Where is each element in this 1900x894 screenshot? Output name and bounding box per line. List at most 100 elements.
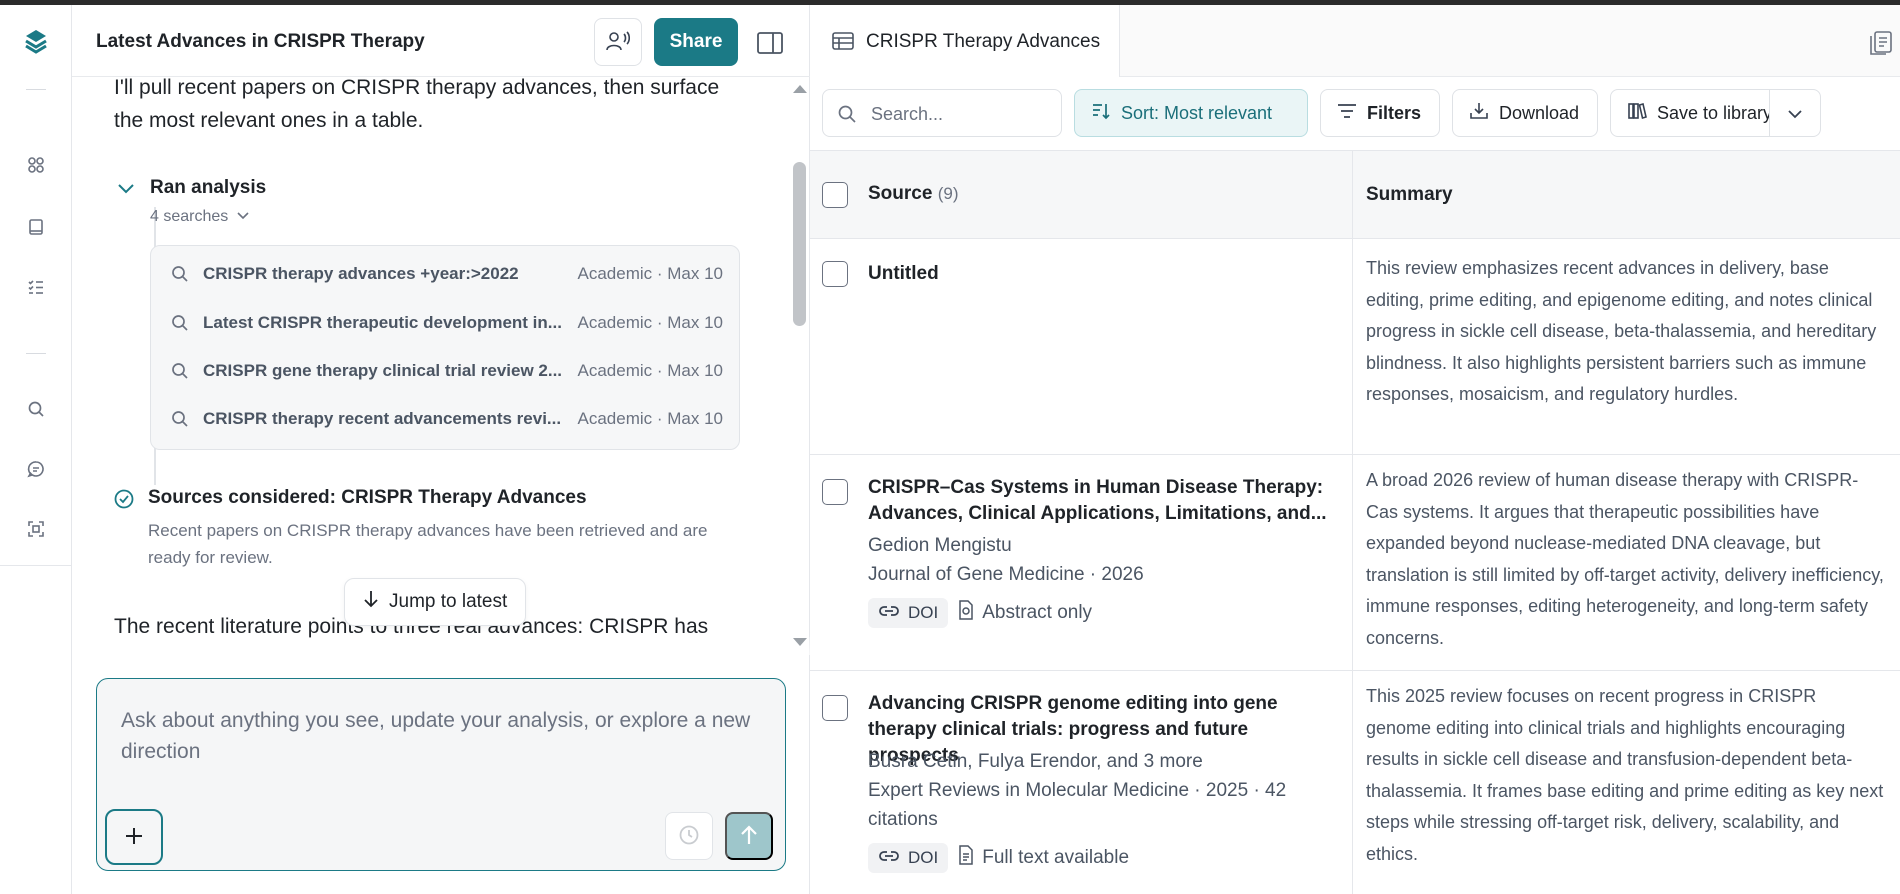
row-title[interactable]: Untitled [868,261,1344,287]
results-pane: CRISPR Therapy Advances Sort: Most relev… [810,5,1900,894]
save-to-library-button[interactable]: Save to library [1610,89,1773,137]
query-item[interactable]: CRISPR therapy recent advancements revi.… [151,395,741,443]
query-meta: Academic · Max 10 [577,409,724,428]
row-checkbox[interactable] [822,695,848,721]
search-icon [171,314,189,332]
query-meta: Academic · Max 10 [577,361,724,380]
chevron-down-icon [116,179,136,199]
sort-button[interactable]: Sort: Most relevant [1074,89,1308,137]
clock-icon [678,824,700,849]
query-meta: Academic · Max 10 [577,264,724,283]
grid-icon[interactable] [24,153,48,177]
share-button[interactable]: Share [654,18,738,66]
access-status: Abstract only [958,600,1092,626]
query-text: Latest CRISPR therapeutic development in… [203,313,562,332]
history-button[interactable] [665,812,713,860]
download-button[interactable]: Download [1452,89,1598,137]
doi-link[interactable]: DOI [868,843,949,873]
table-icon [832,31,854,51]
results-table: Source (9) Summary Untitled This review … [810,151,1900,894]
table-row[interactable]: Untitled This review emphasizes recent a… [810,239,1900,455]
scroll-down-arrow[interactable] [793,638,807,646]
row-summary: A broad 2026 review of human disease the… [1366,470,1884,648]
app-logo-icon[interactable] [22,27,50,55]
query-text: CRISPR therapy recent advancements revi.… [203,409,562,428]
row-tags: DOI Abstract only [868,598,1092,628]
column-divider [1352,151,1353,894]
panel-icon[interactable] [756,29,784,57]
search-queries-list: CRISPR therapy advances +year:>2022 Acad… [150,245,740,450]
results-search[interactable] [822,89,1062,137]
access-status: Full text available [958,845,1129,871]
sources-description: Recent papers on CRISPR therapy advances… [148,521,708,567]
scan-icon[interactable] [24,517,48,541]
scroll-up-arrow[interactable] [793,85,807,93]
row-checkbox[interactable] [822,479,848,505]
chat-icon[interactable] [24,457,48,481]
assistant-message: I'll pull recent papers on CRISPR therap… [114,77,720,132]
link-icon [878,848,900,868]
save-label: Save to library [1657,102,1773,123]
row-authors: Gedion Mengistu [868,535,1012,556]
filters-button[interactable]: Filters [1320,89,1440,137]
source-count: (9) [937,184,959,203]
searches-toggle[interactable]: 4 searches [150,208,250,226]
table-row[interactable]: CRISPR–Cas Systems in Human Disease Ther… [810,455,1900,671]
chevron-down-icon [1787,103,1803,124]
sources-title: Sources considered: CRISPR Therapy Advan… [148,487,587,508]
document-icon[interactable] [1868,29,1894,57]
row-venue: Journal of Gene Medicine · 2026 [868,564,1144,585]
message-composer[interactable]: Ask about anything you see, update your … [96,678,786,871]
filters-label: Filters [1367,102,1422,123]
doi-label: DOI [908,603,939,622]
search-icon[interactable] [24,397,48,421]
rail-divider [26,353,46,354]
sort-label: Sort: Most relevant [1121,102,1273,123]
library-icon [1627,101,1647,126]
download-label: Download [1499,102,1580,123]
ran-analysis-label: Ran analysis [150,177,267,198]
search-icon [171,410,189,428]
chat-messages[interactable]: I'll pull recent papers on CRISPR therap… [72,77,810,655]
search-icon [171,265,189,283]
left-rail [0,5,72,894]
column-header-summary[interactable]: Summary [1366,184,1453,206]
voice-icon [606,30,631,55]
select-all-checkbox[interactable] [822,182,848,208]
search-input[interactable] [871,100,1051,128]
chat-header: Latest Advances in CRISPR Therapy Share [72,5,810,77]
row-title[interactable]: CRISPR–Cas Systems in Human Disease Ther… [868,475,1344,527]
results-toolbar: Sort: Most relevant Filters Download Sav… [810,77,1900,151]
doi-label: DOI [908,848,939,867]
checklist-icon[interactable] [24,275,48,299]
tab-crispr-therapy-advances[interactable]: CRISPR Therapy Advances [810,5,1120,77]
row-tags: DOI Full text available [868,843,1129,873]
row-summary: This review emphasizes recent advances i… [1366,258,1877,404]
book-icon[interactable] [24,215,48,239]
sort-icon [1091,101,1111,126]
access-label: Abstract only [982,602,1093,623]
send-button[interactable] [725,812,773,860]
chat-scrollbar[interactable] [793,162,806,326]
query-text: CRISPR therapy advances +year:>2022 [203,264,519,283]
jump-label: Jump to latest [389,591,508,612]
voice-button[interactable] [594,18,642,66]
query-text: CRISPR gene therapy clinical trial revie… [203,361,563,380]
doi-link[interactable]: DOI [868,598,949,628]
results-tab-bar: CRISPR Therapy Advances [810,5,1900,77]
table-row[interactable]: Advancing CRISPR genome editing into gen… [810,671,1900,894]
query-item[interactable]: Latest CRISPR therapeutic development in… [151,299,741,347]
searches-count: 4 searches [150,208,229,225]
row-venue: Expert Reviews in Molecular Medicine · 2… [868,780,1287,830]
query-meta: Academic · Max 10 [577,313,724,332]
row-checkbox[interactable] [822,261,848,287]
download-icon [1469,101,1489,126]
query-item[interactable]: CRISPR therapy advances +year:>2022 Acad… [151,250,741,298]
message-input[interactable]: Ask about anything you see, update your … [121,705,761,767]
column-header-source[interactable]: Source (9) [868,183,958,205]
save-options-button[interactable] [1769,89,1821,137]
check-circle-icon [114,489,134,509]
add-attachment-button[interactable] [105,809,163,865]
query-item[interactable]: CRISPR gene therapy clinical trial revie… [151,347,741,395]
jump-to-latest-button[interactable]: Jump to latest [344,578,527,626]
